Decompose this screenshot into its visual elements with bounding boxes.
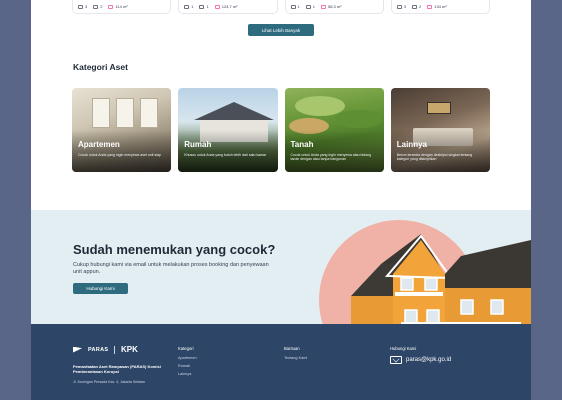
- bed-count: 1: [191, 4, 194, 9]
- footer-col-kategori: Kategori Apartemen Rumah Lainnya: [178, 346, 197, 380]
- email-text: paras@kpk.go.id: [406, 357, 452, 363]
- bath-spec: 2: [411, 4, 422, 9]
- brand-kpk: KPK: [120, 345, 138, 354]
- bath-icon: [305, 4, 311, 9]
- footer-col-title: Bantuan: [284, 346, 300, 351]
- bed-icon: [184, 4, 190, 9]
- area-value: 134 m²: [434, 4, 447, 9]
- bath-icon: [411, 4, 417, 9]
- category-desc: Cocok untuk Anda yang ingin menyewa atau…: [290, 153, 372, 162]
- bed-spec: 3: [396, 4, 406, 9]
- category-card-apartemen[interactable]: Apartemen Cocok untuk Anda yang ingin me…: [72, 88, 172, 172]
- bed-count: 3: [403, 4, 406, 9]
- cta-title: Sudah menemukan yang cocok?: [73, 242, 276, 257]
- footer-email[interactable]: paras@kpk.go.id: [390, 356, 451, 364]
- window-image-part: [92, 98, 110, 128]
- cta-text: Cukup hubungi kami via email untuk melak…: [73, 262, 269, 275]
- bath-icon: [93, 4, 99, 9]
- categories-title: Kategori Aset: [73, 62, 128, 72]
- paras-logo-icon: [73, 346, 82, 353]
- area-value: 114 m²: [115, 4, 128, 9]
- category-cards: Apartemen Cocok untuk Anda yang ingin me…: [72, 88, 490, 172]
- view-more-button[interactable]: Lihat Lebih Banyak: [248, 24, 314, 36]
- brand-paras: PARAS: [88, 346, 109, 353]
- area-spec: 58,3 m²: [320, 4, 342, 9]
- window-image-part: [116, 98, 134, 128]
- footer-link-apartemen[interactable]: Apartemen: [178, 356, 197, 360]
- category-card-rumah[interactable]: Rumah Khusus untuk Anda yang butuh lebih…: [178, 88, 278, 172]
- bed-spec: 1: [184, 4, 193, 9]
- footer-link-rumah[interactable]: Rumah: [178, 364, 197, 368]
- footer-address: Jl. Kuningan Persada Kav. 4, Jakarta Sel…: [73, 380, 146, 384]
- bed-spec: 3: [78, 4, 87, 9]
- bath-spec: 1: [199, 4, 209, 9]
- category-desc: Belum tersedia dengan deskripsi singkat …: [396, 153, 473, 162]
- contact-button[interactable]: Hubungi Kami: [73, 283, 128, 294]
- category-card-tanah[interactable]: Tanah Cocok untuk Anda yang ingin menyew…: [284, 88, 384, 172]
- bed-spec: 1: [290, 4, 300, 9]
- listing-card[interactable]: 1 1 124,7 m²: [178, 0, 278, 14]
- category-name: Lainnya: [396, 140, 427, 149]
- category-card-lainnya[interactable]: Lainnya Belum tersedia dengan deskripsi …: [390, 88, 490, 172]
- footer-col-hubungi: Hubungi Kami paras@kpk.go.id: [390, 346, 451, 364]
- image-overlay: [72, 130, 172, 172]
- bath-spec: 2: [93, 4, 102, 9]
- area-spec: 124,7 m²: [214, 4, 238, 9]
- area-value: 124,7 m²: [221, 4, 238, 9]
- area-value: 58,3 m²: [327, 4, 342, 9]
- area-spec: 134 m²: [427, 4, 447, 9]
- bath-count: 2: [418, 4, 422, 9]
- bed-icon: [396, 4, 402, 9]
- mail-icon: [390, 356, 402, 364]
- bed-count: 1: [297, 4, 300, 9]
- bath-spec: 1: [305, 4, 315, 9]
- footer-link-lainnya[interactable]: Lainnya: [178, 372, 197, 376]
- image-overlay: [178, 130, 278, 172]
- footer-org-name: Pemanfaatan Aset Rampasan (PARAS) Komisi…: [73, 364, 161, 374]
- window-image-part: [140, 98, 158, 128]
- cta-section: Sudah menemukan yang cocok? Cukup hubung…: [31, 210, 531, 324]
- image-overlay: [390, 130, 490, 172]
- bath-count: 1: [206, 4, 209, 9]
- category-name: Tanah: [290, 140, 314, 149]
- area-icon: [214, 4, 220, 9]
- listing-card[interactable]: 1 1 58,3 m²: [284, 0, 384, 14]
- listing-card[interactable]: 3 2 134 m²: [390, 0, 490, 14]
- category-name: Apartemen: [78, 140, 120, 149]
- category-desc: Khusus untuk Anda yang butuh lebih dari …: [184, 153, 267, 157]
- wall-art-image: [426, 102, 451, 114]
- area-icon: [320, 4, 326, 9]
- house-illustration: [351, 234, 531, 324]
- area-icon: [427, 4, 433, 9]
- brand-divider: [114, 345, 115, 354]
- footer-col-bantuan: Bantuan Tentang Kami: [284, 346, 307, 364]
- footer-brand[interactable]: PARAS KPK: [73, 345, 138, 354]
- page: 3 2 114 m² 1 1 124,7 m² 1 1 58,3 m² 3 2 …: [31, 0, 531, 400]
- category-name: Rumah: [184, 140, 212, 149]
- bath-count: 2: [100, 4, 103, 9]
- category-desc: Cocok untuk Anda yang ingin menyewa aset…: [78, 153, 161, 157]
- footer-link-tentang[interactable]: Tentang Kami: [284, 356, 307, 360]
- field-image-part: [334, 110, 383, 128]
- area-icon: [108, 4, 114, 9]
- house-roof-image: [194, 102, 275, 120]
- listing-card[interactable]: 3 2 114 m²: [72, 0, 172, 14]
- image-overlay: [284, 130, 384, 172]
- area-spec: 114 m²: [108, 4, 128, 9]
- bath-count: 1: [312, 4, 315, 9]
- bath-icon: [199, 4, 205, 9]
- bed-count: 3: [85, 4, 88, 9]
- footer: PARAS KPK Pemanfaatan Aset Rampasan (PAR…: [31, 324, 531, 400]
- listing-cards-strip: 3 2 114 m² 1 1 124,7 m² 1 1 58,3 m² 3 2 …: [72, 0, 490, 14]
- footer-col-title: Kategori: [178, 346, 194, 351]
- field-image-part: [294, 96, 345, 116]
- footer-col-title: Hubungi Kami: [390, 346, 417, 351]
- bed-icon: [78, 4, 83, 9]
- bed-icon: [290, 4, 296, 9]
